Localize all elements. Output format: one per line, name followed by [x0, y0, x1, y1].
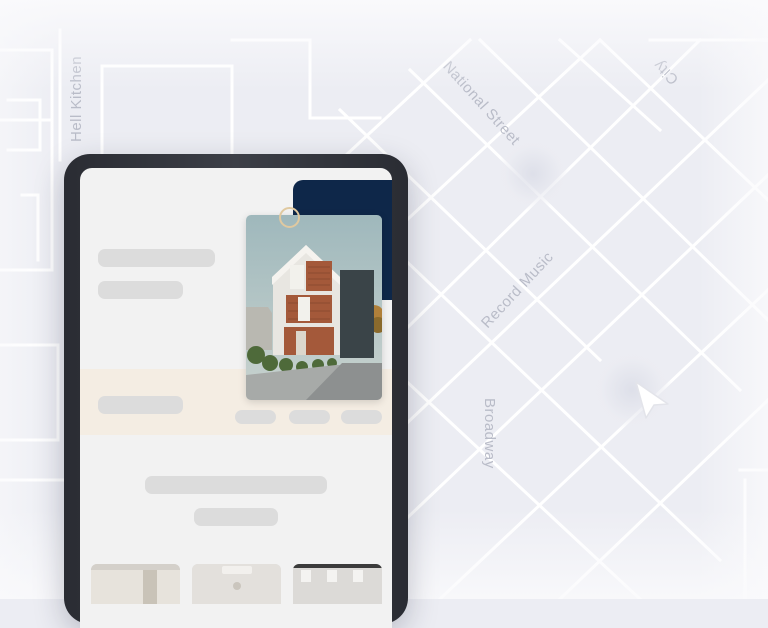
- map-road: [557, 397, 768, 599]
- map-road: [6, 98, 42, 152]
- map-road: [407, 67, 743, 393]
- map-road: [0, 48, 54, 122]
- interior-thumbnail[interactable]: [91, 564, 180, 604]
- interior-thumbnail[interactable]: [293, 564, 382, 604]
- arrow-cursor-icon: [635, 381, 669, 419]
- street-label-broadway: Broadway: [481, 398, 498, 469]
- pill-placeholder[interactable]: [289, 410, 330, 424]
- street-label-hell-kitchen: Hell Kitchen: [68, 55, 85, 142]
- map-road: [557, 37, 663, 133]
- section-heading-placeholder: [145, 476, 327, 494]
- title-placeholder: [98, 249, 215, 267]
- house-photo-icon: [246, 215, 382, 400]
- house-photo[interactable]: [246, 215, 382, 400]
- subtitle-placeholder: [98, 281, 183, 299]
- interior-photo-icon: [293, 564, 382, 604]
- map-road: [0, 478, 72, 599]
- map-block: [100, 64, 234, 168]
- interior-thumbnail[interactable]: [192, 564, 281, 604]
- section-subheading-placeholder: [194, 508, 278, 526]
- map-road: [230, 38, 382, 120]
- interior-photo-icon: [91, 564, 180, 604]
- map-road: [597, 37, 768, 203]
- interior-photo-icon: [192, 564, 281, 604]
- tablet-screen: [80, 168, 392, 628]
- location-ring-icon: [279, 207, 300, 228]
- cta-placeholder[interactable]: [98, 396, 183, 414]
- pill-placeholder[interactable]: [341, 410, 382, 424]
- map-road: [20, 193, 40, 262]
- pill-placeholder[interactable]: [235, 410, 276, 424]
- map-road: [402, 257, 723, 563]
- map-location-pulse: [497, 138, 569, 210]
- tablet-device: [64, 154, 408, 628]
- map-road: [402, 77, 768, 428]
- map-road: [0, 343, 60, 442]
- map-road: [377, 37, 603, 248]
